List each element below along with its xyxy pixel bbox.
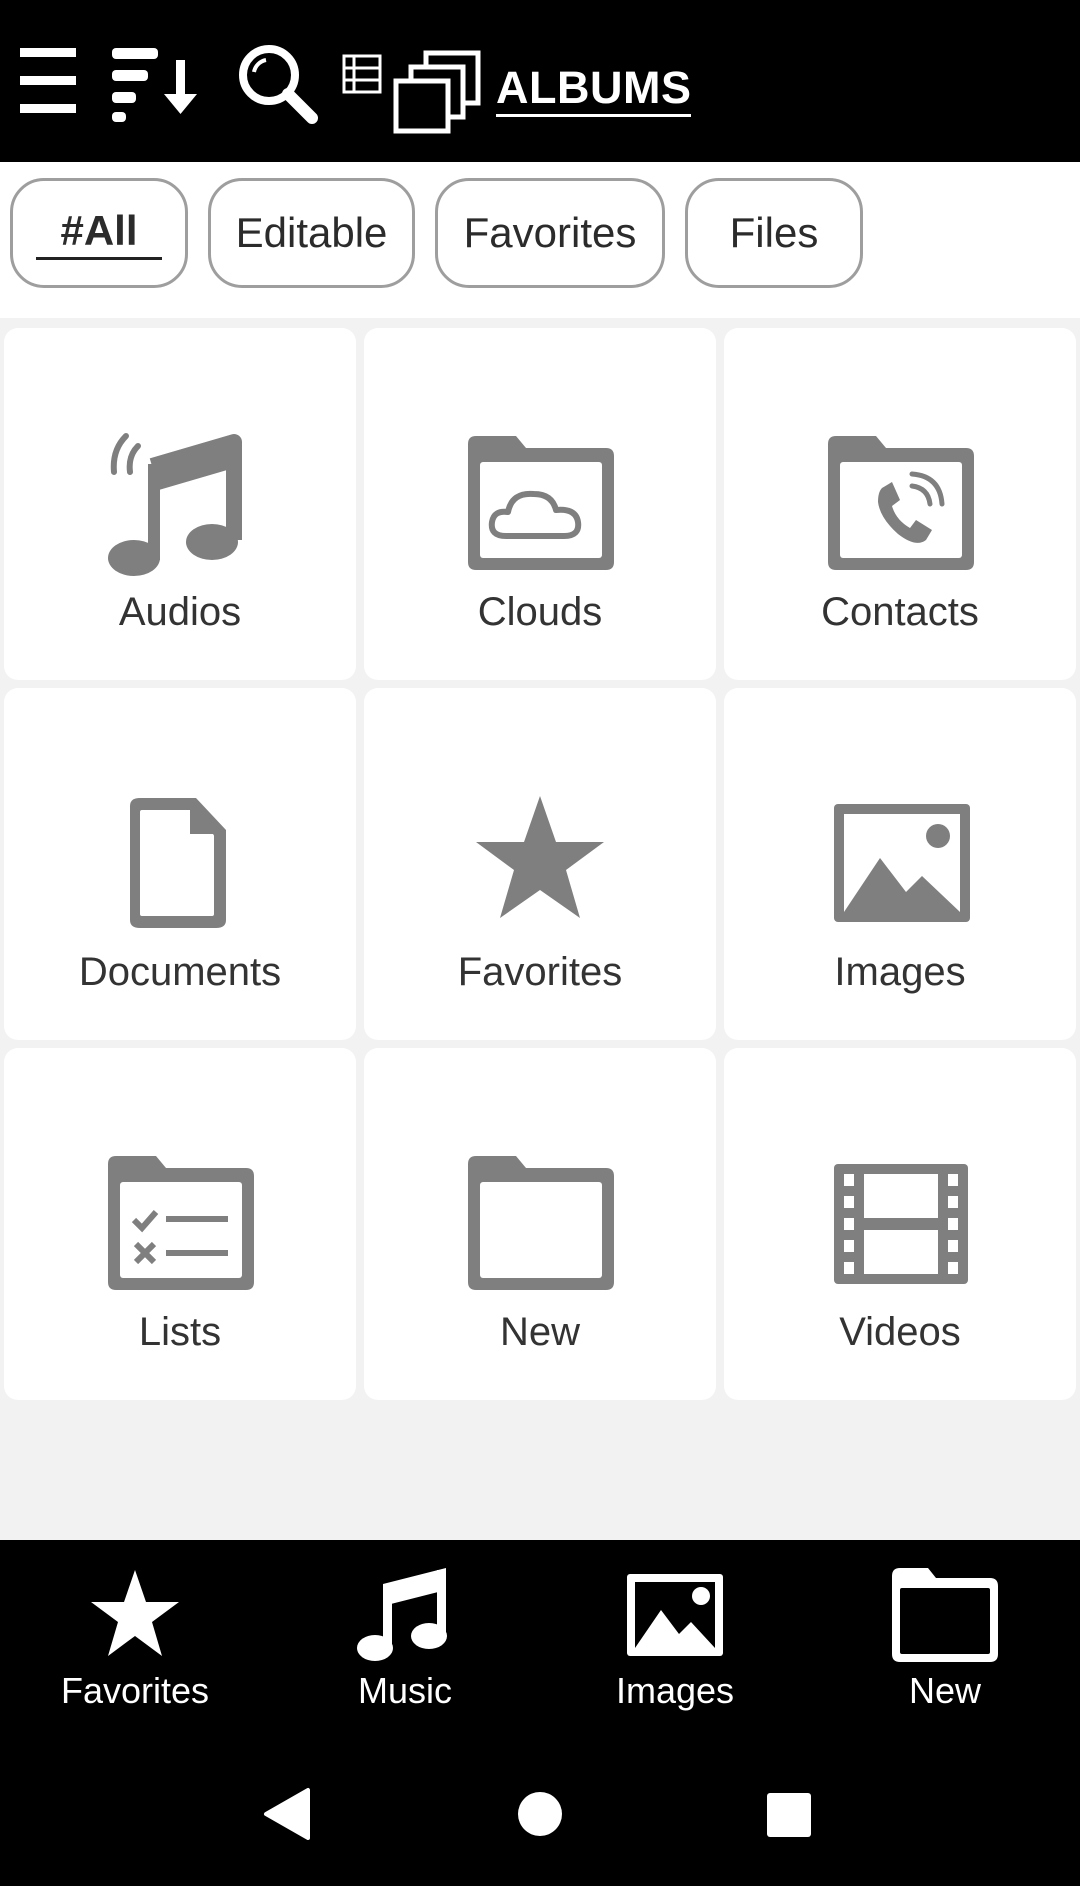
bottom-nav-music[interactable]: Music xyxy=(270,1540,540,1744)
image-icon xyxy=(627,1574,723,1656)
tile-label: Clouds xyxy=(477,590,603,634)
tile-label: New xyxy=(499,1310,581,1354)
filter-chip-label: #All xyxy=(36,207,162,260)
home-icon[interactable] xyxy=(516,1790,564,1838)
album-tile-clouds[interactable]: Clouds xyxy=(364,328,716,680)
top-toolbar: ALBUMS xyxy=(0,0,1080,162)
search-icon[interactable] xyxy=(236,42,318,124)
tile-label: Audios xyxy=(118,590,242,634)
album-tile-contacts[interactable]: Contacts xyxy=(724,328,1076,680)
tile-label: Contacts xyxy=(821,590,979,634)
bottom-navigation: Favorites Music Images New xyxy=(0,1540,1080,1744)
star-icon xyxy=(91,1570,179,1656)
music-note-icon xyxy=(357,1568,447,1661)
filter-chip-label: Editable xyxy=(235,209,388,256)
bottom-nav-label: Music xyxy=(357,1670,452,1711)
document-icon xyxy=(130,798,226,928)
menu-icon[interactable] xyxy=(20,46,78,118)
bottom-nav-label: New xyxy=(908,1670,982,1711)
album-tile-favorites[interactable]: Favorites xyxy=(364,688,716,1040)
cloud-folder-icon xyxy=(468,436,614,570)
bottom-nav-label: Favorites xyxy=(60,1670,210,1711)
sort-icon[interactable] xyxy=(112,46,202,122)
filter-chip-files[interactable]: Files xyxy=(685,178,863,288)
filter-chip-label: Files xyxy=(729,209,819,256)
tile-label: Favorites xyxy=(457,950,623,994)
filter-chip-editable[interactable]: Editable xyxy=(208,178,415,288)
film-icon xyxy=(834,1164,968,1284)
tile-label: Videos xyxy=(839,1310,961,1354)
checklist-folder-icon xyxy=(108,1156,254,1290)
bottom-nav-label: Images xyxy=(615,1670,735,1711)
filter-chip-all[interactable]: #All xyxy=(10,178,188,288)
page-title: ALBUMS xyxy=(496,64,692,117)
bottom-nav-favorites[interactable]: Favorites xyxy=(0,1540,270,1744)
albums-icon[interactable] xyxy=(392,50,482,136)
album-tile-images[interactable]: Images xyxy=(724,688,1076,1040)
back-icon[interactable] xyxy=(262,1786,312,1842)
music-note-icon xyxy=(108,433,242,576)
folder-icon xyxy=(892,1568,998,1662)
album-tile-documents[interactable]: Documents xyxy=(4,688,356,1040)
tile-label: Lists xyxy=(138,1310,222,1354)
tile-label: Documents xyxy=(78,950,282,994)
system-navigation xyxy=(0,1744,1080,1886)
recents-icon[interactable] xyxy=(766,1792,812,1838)
image-icon xyxy=(834,804,970,922)
star-icon xyxy=(476,796,604,918)
contacts-folder-icon xyxy=(828,436,974,570)
bottom-nav-new[interactable]: New xyxy=(810,1540,1080,1744)
filter-chip-favorites[interactable]: Favorites xyxy=(435,178,665,288)
folder-icon xyxy=(468,1156,614,1290)
album-tile-videos[interactable]: Videos xyxy=(724,1048,1076,1400)
tile-label: Images xyxy=(834,950,966,994)
filter-chip-label: Favorites xyxy=(463,209,637,256)
album-tile-new[interactable]: New xyxy=(364,1048,716,1400)
album-tile-lists[interactable]: Lists xyxy=(4,1048,356,1400)
filter-bar: #All Editable Favorites Files xyxy=(0,162,1080,318)
list-view-icon[interactable] xyxy=(342,54,382,94)
bottom-nav-images[interactable]: Images xyxy=(540,1540,810,1744)
album-tile-audios[interactable]: Audios xyxy=(4,328,356,680)
